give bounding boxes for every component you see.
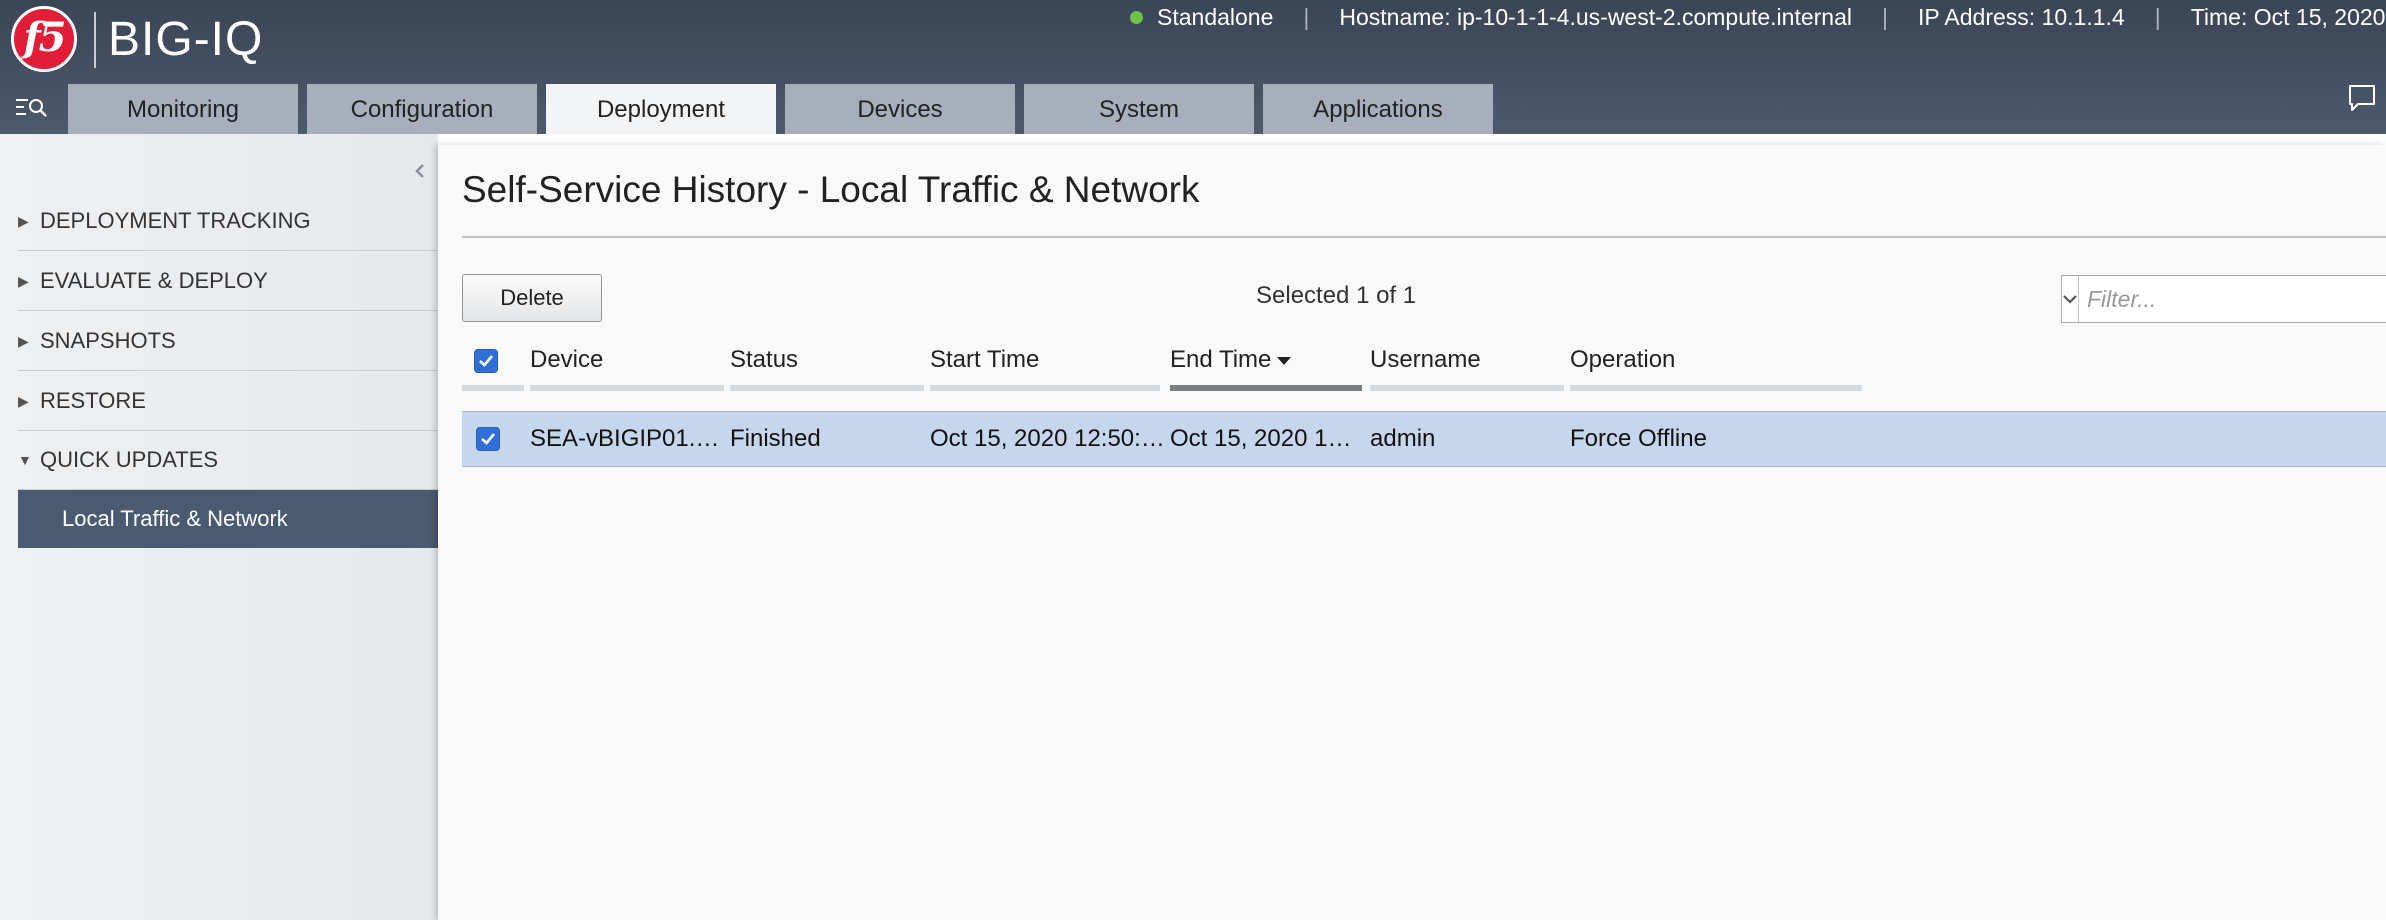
nav-section-label: SNAPSHOTS: [40, 328, 176, 353]
system-info: Standalone | Hostname: ip-10-1-1-4.us-we…: [1130, 0, 2386, 34]
tab-devices[interactable]: Devices: [785, 84, 1015, 134]
cell-username: admin: [1370, 425, 1436, 452]
sort-descending-icon: [1277, 356, 1292, 365]
column-header-username[interactable]: Username: [1370, 343, 1564, 391]
caret-down-icon: ▼: [18, 452, 32, 468]
info-separator: |: [2154, 3, 2161, 30]
nav-section-label: RESTORE: [40, 388, 146, 413]
product-name: BIG-IQ: [108, 13, 264, 66]
column-header-operation[interactable]: Operation: [1570, 343, 1862, 391]
table-row[interactable]: SEA-vBIGIP01.termmarc... Finished Oct 15…: [462, 411, 2386, 467]
cell-operation: Force Offline: [1570, 425, 1707, 452]
column-header-label: End Time: [1170, 346, 1272, 373]
column-header-start-time[interactable]: Start Time: [930, 343, 1160, 391]
select-all-header: [462, 343, 524, 391]
filter-input[interactable]: [2079, 276, 2386, 322]
info-separator: |: [1882, 3, 1888, 30]
caret-right-icon: ▶: [18, 212, 29, 229]
filter-dropdown-icon[interactable]: [2062, 276, 2079, 322]
tab-deployment[interactable]: Deployment: [546, 84, 776, 134]
column-header-end-time[interactable]: End Time: [1170, 343, 1362, 391]
column-header-device[interactable]: Device: [530, 343, 724, 391]
nav-section-deployment-tracking[interactable]: ▶ DEPLOYMENT TRACKING: [18, 192, 438, 251]
chat-bubble-icon[interactable]: [2346, 82, 2378, 114]
status-dot-icon: [1130, 10, 1143, 24]
column-header-status[interactable]: Status: [730, 343, 924, 391]
nav-section-label: DEPLOYMENT TRACKING: [40, 208, 311, 233]
nav-section-label: QUICK UPDATES: [40, 447, 219, 472]
tab-system[interactable]: System: [1024, 84, 1254, 134]
page-title: Self-Service History - Local Traffic & N…: [462, 169, 1200, 210]
ip-address: IP Address: 10.1.1.4: [1917, 3, 2125, 30]
selection-count: Selected 1 of 1: [1256, 282, 1417, 309]
nav-item-local-traffic-network[interactable]: Local Traffic & Network: [18, 490, 438, 548]
caret-right-icon: ▶: [18, 392, 29, 409]
main-tabs: Monitoring Configuration Deployment Devi…: [68, 84, 1502, 134]
select-all-checkbox[interactable]: [474, 349, 498, 373]
info-separator: |: [1303, 3, 1310, 30]
collapse-sidebar-icon[interactable]: [412, 160, 428, 182]
hostname: Hostname: ip-10-1-1-4.us-west-2.compute.…: [1339, 3, 1852, 30]
left-navigation: ▶ DEPLOYMENT TRACKING ▶ EVALUATE & DEPLO…: [0, 134, 438, 920]
delete-button[interactable]: Delete: [462, 274, 602, 322]
tab-monitoring[interactable]: Monitoring: [68, 84, 298, 134]
filter-field: [2061, 275, 2386, 323]
nav-search-menu-icon[interactable]: [14, 94, 50, 124]
nav-section-restore[interactable]: ▶ RESTORE: [18, 372, 438, 431]
system-time: Time: Oct 15, 2020 12: [2190, 3, 2386, 30]
caret-right-icon: ▶: [18, 272, 29, 289]
nav-section-label: EVALUATE & DEPLOY: [40, 268, 268, 293]
row-checkbox[interactable]: [476, 427, 500, 451]
cell-end-time: Oct 15, 2020 12:50:56(P...: [1170, 425, 1362, 452]
f5-logo[interactable]: f5: [11, 6, 77, 72]
title-divider: [462, 236, 2386, 238]
ha-status: Standalone: [1157, 3, 1274, 30]
main-content: Self-Service History - Local Traffic & N…: [438, 145, 2386, 920]
cell-status: Finished: [730, 425, 821, 452]
nav-section-snapshots[interactable]: ▶ SNAPSHOTS: [18, 312, 438, 371]
nav-section-evaluate-deploy[interactable]: ▶ EVALUATE & DEPLOY: [18, 252, 438, 311]
tab-applications[interactable]: Applications: [1263, 84, 1493, 134]
caret-right-icon: ▶: [18, 332, 29, 349]
logo-divider: [94, 12, 96, 68]
tab-configuration[interactable]: Configuration: [307, 84, 537, 134]
top-bar: f5 BIG-IQ Standalone | Hostname: ip-10-1…: [0, 0, 2386, 134]
cell-device: SEA-vBIGIP01.termmarc...: [530, 425, 724, 452]
nav-section-quick-updates[interactable]: ▼ QUICK UPDATES: [18, 431, 438, 490]
cell-start-time: Oct 15, 2020 12:50:54(PDT): [930, 425, 1170, 452]
